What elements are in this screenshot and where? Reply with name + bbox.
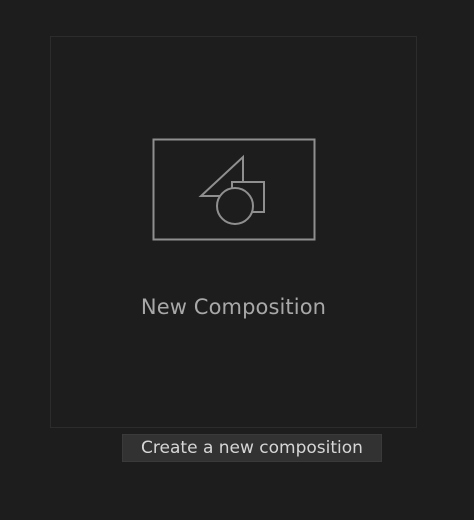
composition-shapes-icon: [152, 138, 316, 241]
tooltip: Create a new composition: [122, 434, 382, 462]
new-composition-button[interactable]: New Composition: [50, 36, 417, 428]
new-composition-label: New Composition: [140, 295, 327, 319]
